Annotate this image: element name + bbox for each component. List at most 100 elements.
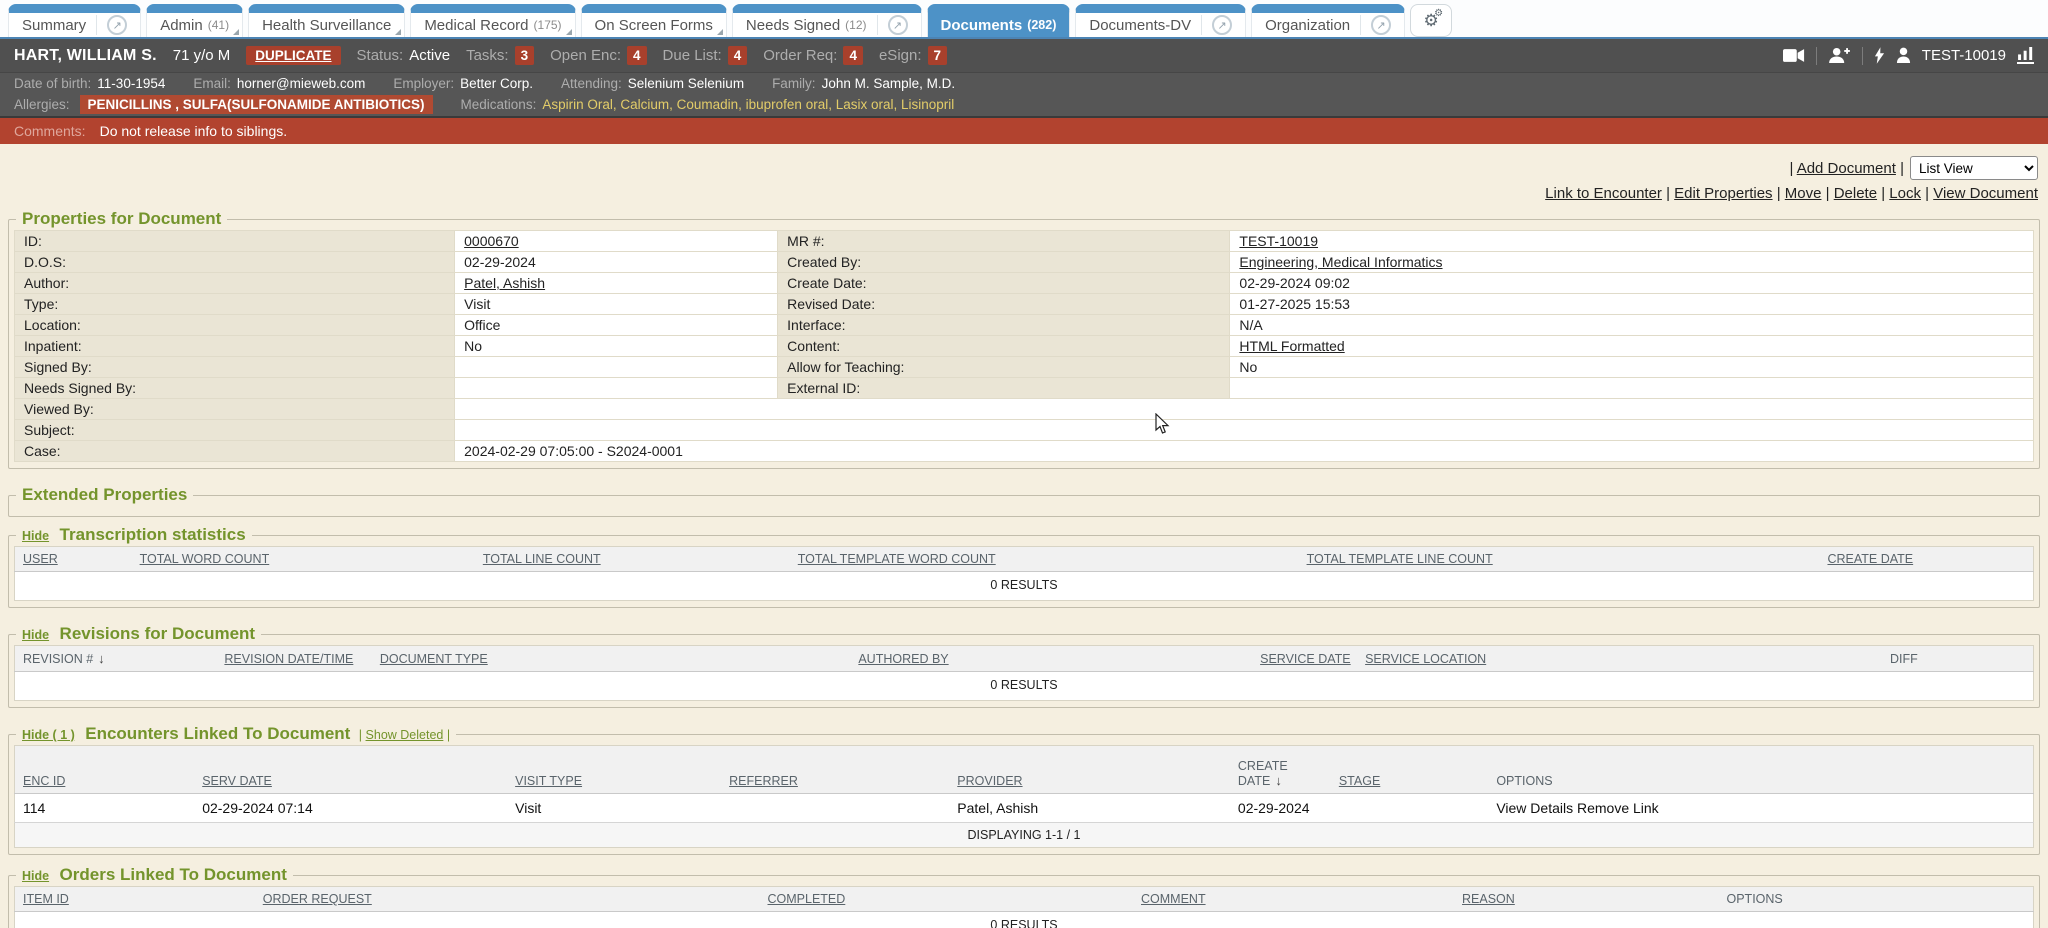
patient-header: HART, WILLIAM S. 71 y/o M DUPLICATE Stat…: [0, 39, 2048, 72]
property-label: Interface:: [778, 315, 1230, 336]
column-header-comment[interactable]: COMMENT: [1133, 887, 1454, 912]
column-header-user[interactable]: USER: [15, 547, 132, 572]
encounters-section: Hide ( 1 ) Encounters Linked To Document…: [8, 724, 2040, 855]
column-header-order-request[interactable]: ORDER REQUEST: [255, 887, 760, 912]
column-header-authored-by[interactable]: AUTHORED BY: [850, 646, 1252, 672]
link-to-encounter-link[interactable]: Link to Encounter: [1545, 185, 1662, 202]
tab-documents[interactable]: Documents (282): [927, 4, 1071, 37]
tasks-badge[interactable]: 3: [515, 46, 535, 65]
document-id-link[interactable]: 0000670: [464, 233, 519, 249]
property-label: Needs Signed By:: [15, 378, 455, 399]
tab-label: Admin: [160, 17, 203, 34]
show-deleted-link[interactable]: Show Deleted: [366, 728, 444, 742]
column-header-item-id[interactable]: ITEM ID: [15, 887, 255, 912]
column-header-service-date[interactable]: SERVICE DATE: [1252, 646, 1357, 672]
encounters-table: ENC ID SERV DATE VISIT TYPE REFERRER PRO…: [14, 745, 2034, 848]
column-header-diff: DIFF: [1882, 646, 2033, 672]
property-value: Engineering, Medical Informatics: [1230, 252, 2034, 273]
tab-documents-dv[interactable]: Documents-DV ↗: [1075, 4, 1246, 37]
view-mode-select[interactable]: List View: [1910, 156, 2038, 180]
patient-age-sex: 71 y/o M: [173, 47, 231, 64]
field-label: Employer:: [393, 76, 454, 91]
hide-revisions-link[interactable]: Hide: [22, 628, 49, 642]
column-header-stage[interactable]: STAGE: [1331, 746, 1488, 794]
esign-counter: eSign: 7: [879, 46, 947, 65]
column-header-total-word-count[interactable]: TOTAL WORD COUNT: [132, 547, 475, 572]
field-value: Better Corp.: [460, 76, 533, 91]
tab-popout: ↗: [1201, 15, 1232, 35]
sort-desc-icon: ↓: [1275, 773, 1282, 788]
column-header-serv-date[interactable]: SERV DATE: [194, 746, 507, 794]
column-header-create-date[interactable]: CREATE DATE↓: [1230, 746, 1331, 794]
table-row: Inpatient: No Content: HTML Formatted: [15, 336, 2034, 357]
due-list-badge[interactable]: 4: [728, 46, 748, 65]
tab-admin[interactable]: Admin (41): [146, 4, 243, 37]
field-value: John M. Sample, M.D.: [822, 76, 956, 91]
move-link[interactable]: Move: [1785, 185, 1822, 202]
column-header-enc-id[interactable]: ENC ID: [15, 746, 195, 794]
hide-transcription-link[interactable]: Hide: [22, 529, 49, 543]
content-format-link[interactable]: HTML Formatted: [1239, 338, 1344, 354]
delete-link[interactable]: Delete: [1834, 185, 1877, 202]
order-req-badge[interactable]: 4: [843, 46, 863, 65]
add-person-icon[interactable]: [1828, 47, 1851, 64]
column-header-revision-datetime[interactable]: REVISION DATE/TIME: [216, 646, 371, 672]
column-header-document-type[interactable]: DOCUMENT TYPE: [372, 646, 851, 672]
table-row: Subject:: [15, 420, 2034, 441]
column-header-service-location[interactable]: SERVICE LOCATION: [1357, 646, 1882, 672]
video-call-icon[interactable]: [1783, 48, 1805, 63]
external-link-icon[interactable]: ↗: [888, 15, 908, 35]
menu-fold-icon: [717, 29, 723, 35]
field-label: Attending:: [561, 76, 622, 91]
column-header-referrer[interactable]: REFERRER: [721, 746, 949, 794]
hide-encounters-link[interactable]: Hide ( 1 ): [22, 728, 75, 742]
tab-on-screen-forms[interactable]: On Screen Forms: [581, 4, 727, 37]
tab-label: Needs Signed: [746, 17, 840, 34]
table-row: D.O.S: 02-29-2024 Created By: Engineerin…: [15, 252, 2034, 273]
mr-number-link[interactable]: TEST-10019: [1239, 233, 1318, 249]
author-link[interactable]: Patel, Ashish: [464, 275, 545, 291]
chart-stats-icon[interactable]: [2017, 47, 2034, 64]
external-link-icon[interactable]: ↗: [1371, 15, 1391, 35]
view-document-link[interactable]: View Document: [1933, 185, 2038, 202]
add-document-link[interactable]: Add Document: [1797, 160, 1896, 177]
column-header-completed[interactable]: COMPLETED: [760, 887, 1134, 912]
property-label: Create Date:: [778, 273, 1230, 294]
column-header-reason[interactable]: REASON: [1454, 887, 1718, 912]
column-header-total-line-count[interactable]: TOTAL LINE COUNT: [475, 547, 790, 572]
tab-settings-button[interactable]: ⚙ ⚙: [1410, 4, 1452, 37]
edit-properties-link[interactable]: Edit Properties: [1674, 185, 1772, 202]
property-value: Office: [455, 315, 778, 336]
hide-orders-link[interactable]: Hide: [22, 869, 49, 883]
lock-link[interactable]: Lock: [1889, 185, 1921, 202]
patient-status: Status: Active: [357, 47, 451, 64]
column-header-provider[interactable]: PROVIDER: [949, 746, 1230, 794]
options-cell[interactable]: View Details Remove Link: [1488, 794, 2033, 823]
column-header-revision-number[interactable]: REVISION #↓: [15, 646, 217, 672]
orders-table: ITEM ID ORDER REQUEST COMPLETED COMMENT …: [14, 886, 2034, 928]
tab-health-surveillance[interactable]: Health Surveillance: [248, 4, 405, 37]
external-link-icon[interactable]: ↗: [1212, 15, 1232, 35]
allergy-alert-badge[interactable]: PENICILLINS , SULFA(SULFONAMIDE ANTIBIOT…: [80, 95, 433, 114]
dob-field: Date of birth: 11-30-1954: [14, 76, 165, 91]
property-value: [455, 357, 778, 378]
column-header-create-date[interactable]: CREATE DATE: [1819, 547, 2033, 572]
column-header-options: OPTIONS: [1719, 887, 2034, 912]
duplicate-flag-badge[interactable]: DUPLICATE: [246, 46, 340, 65]
tab-organization[interactable]: Organization ↗: [1251, 4, 1405, 37]
properties-title: Properties for Document: [22, 209, 221, 228]
external-link-icon[interactable]: ↗: [107, 15, 127, 35]
tab-summary[interactable]: Summary ↗: [8, 4, 141, 37]
tab-needs-signed[interactable]: Needs Signed (12) ↗: [732, 4, 922, 37]
column-header-total-template-word-count[interactable]: TOTAL TEMPLATE WORD COUNT: [790, 547, 1299, 572]
column-header-total-template-line-count[interactable]: TOTAL TEMPLATE LINE COUNT: [1299, 547, 1820, 572]
esign-badge[interactable]: 7: [928, 46, 948, 65]
table-row: 0 RESULTS: [15, 912, 2034, 928]
created-by-link[interactable]: Engineering, Medical Informatics: [1239, 254, 1442, 270]
tab-label: Medical Record: [424, 17, 528, 34]
open-enc-badge[interactable]: 4: [627, 46, 647, 65]
quick-action-lightning-icon[interactable]: [1874, 47, 1885, 64]
column-header-visit-type[interactable]: VISIT TYPE: [507, 746, 721, 794]
serv-date-cell: 02-29-2024 07:14: [194, 794, 507, 823]
tab-medical-record[interactable]: Medical Record (175): [410, 4, 575, 37]
